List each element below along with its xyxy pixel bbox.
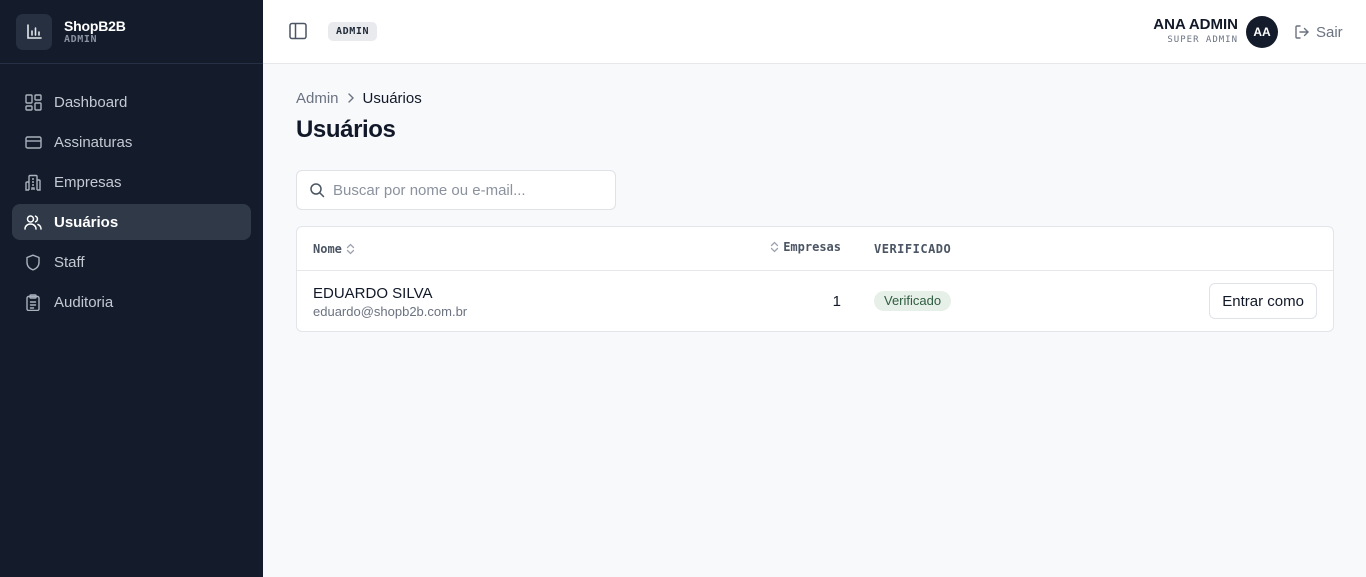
page-title: Usuários (296, 116, 396, 143)
sidebar-item-label: Assinaturas (54, 133, 133, 151)
column-header-label: Nome (313, 242, 342, 256)
admin-badge: ADMIN (328, 22, 378, 41)
brand-name: ShopB2B (64, 17, 126, 34)
shield-icon (24, 253, 42, 271)
user-email-text: eduardo@shopb2b.com.br (313, 304, 468, 319)
companies-count: 1 (832, 293, 841, 310)
column-header-verificado: VERIFICADO (874, 242, 952, 256)
status-badge: Verificado (874, 291, 952, 311)
user-name-text: EDUARDO SILVA (313, 285, 433, 302)
impersonate-button[interactable]: Entrar como (1209, 283, 1317, 319)
logout-label: Sair (1316, 23, 1343, 41)
breadcrumb: Admin Usuários (296, 89, 422, 107)
sidebar-nav: Dashboard Assinaturas Empresas Usuários … (0, 64, 263, 320)
sidebar-toggle-icon[interactable] (287, 20, 309, 42)
sidebar-item-label: Usuários (54, 213, 119, 231)
sidebar-item-assinaturas[interactable]: Assinaturas (12, 124, 251, 160)
dashboard-grid-icon (24, 93, 42, 111)
bar-chart-icon (16, 13, 52, 50)
search-box (296, 170, 616, 210)
search-icon (309, 182, 325, 198)
avatar[interactable]: AA (1246, 16, 1278, 48)
column-header-empresas[interactable]: Empresas (763, 225, 841, 269)
brand-subtitle: ADMIN (64, 33, 98, 45)
sidebar-item-empresas[interactable]: Empresas (12, 164, 251, 200)
table-header: Nome Empresas VERIFICADO (297, 227, 1333, 271)
breadcrumb-current: Usuários (362, 89, 422, 107)
users-icon (24, 213, 42, 231)
logout-icon (1294, 24, 1310, 40)
sidebar: ShopB2B ADMIN Dashboard Assinaturas Empr… (0, 0, 263, 577)
search-input[interactable] (333, 181, 603, 199)
sidebar-item-auditoria[interactable]: Auditoria (12, 284, 251, 320)
column-header-nome[interactable]: Nome (313, 227, 359, 271)
sort-icon (770, 241, 779, 253)
sidebar-item-label: Empresas (54, 173, 122, 191)
user-role: SUPER ADMIN (1167, 35, 1238, 45)
users-table: Nome Empresas VERIFICADO EDUARDO SILVA e… (296, 226, 1334, 332)
user-info: ANA ADMIN SUPER ADMIN (1153, 16, 1238, 47)
sidebar-item-label: Dashboard (54, 93, 128, 111)
sidebar-item-label: Auditoria (54, 293, 114, 311)
clipboard-icon (24, 293, 42, 311)
topbar: ADMIN ANA ADMIN SUPER ADMIN AA Sair (263, 0, 1366, 64)
table-row: EDUARDO SILVA eduardo@shopb2b.com.br 1 V… (297, 271, 1333, 331)
credit-card-icon (24, 133, 42, 151)
building-icon (24, 173, 42, 191)
column-header-label: Empresas (783, 240, 841, 254)
sidebar-item-usuarios[interactable]: Usuários (12, 204, 251, 240)
logout-button[interactable]: Sair (1294, 22, 1343, 42)
chevron-right-icon (347, 93, 355, 103)
sort-icon (346, 243, 355, 255)
brand-header: ShopB2B ADMIN (0, 0, 263, 64)
sidebar-item-staff[interactable]: Staff (12, 244, 251, 280)
sidebar-item-dashboard[interactable]: Dashboard (12, 84, 251, 120)
user-name: ANA ADMIN (1153, 16, 1238, 33)
user-cell: EDUARDO SILVA eduardo@shopb2b.com.br (313, 285, 467, 319)
sidebar-item-label: Staff (54, 253, 85, 271)
breadcrumb-admin-link[interactable]: Admin (296, 90, 339, 107)
